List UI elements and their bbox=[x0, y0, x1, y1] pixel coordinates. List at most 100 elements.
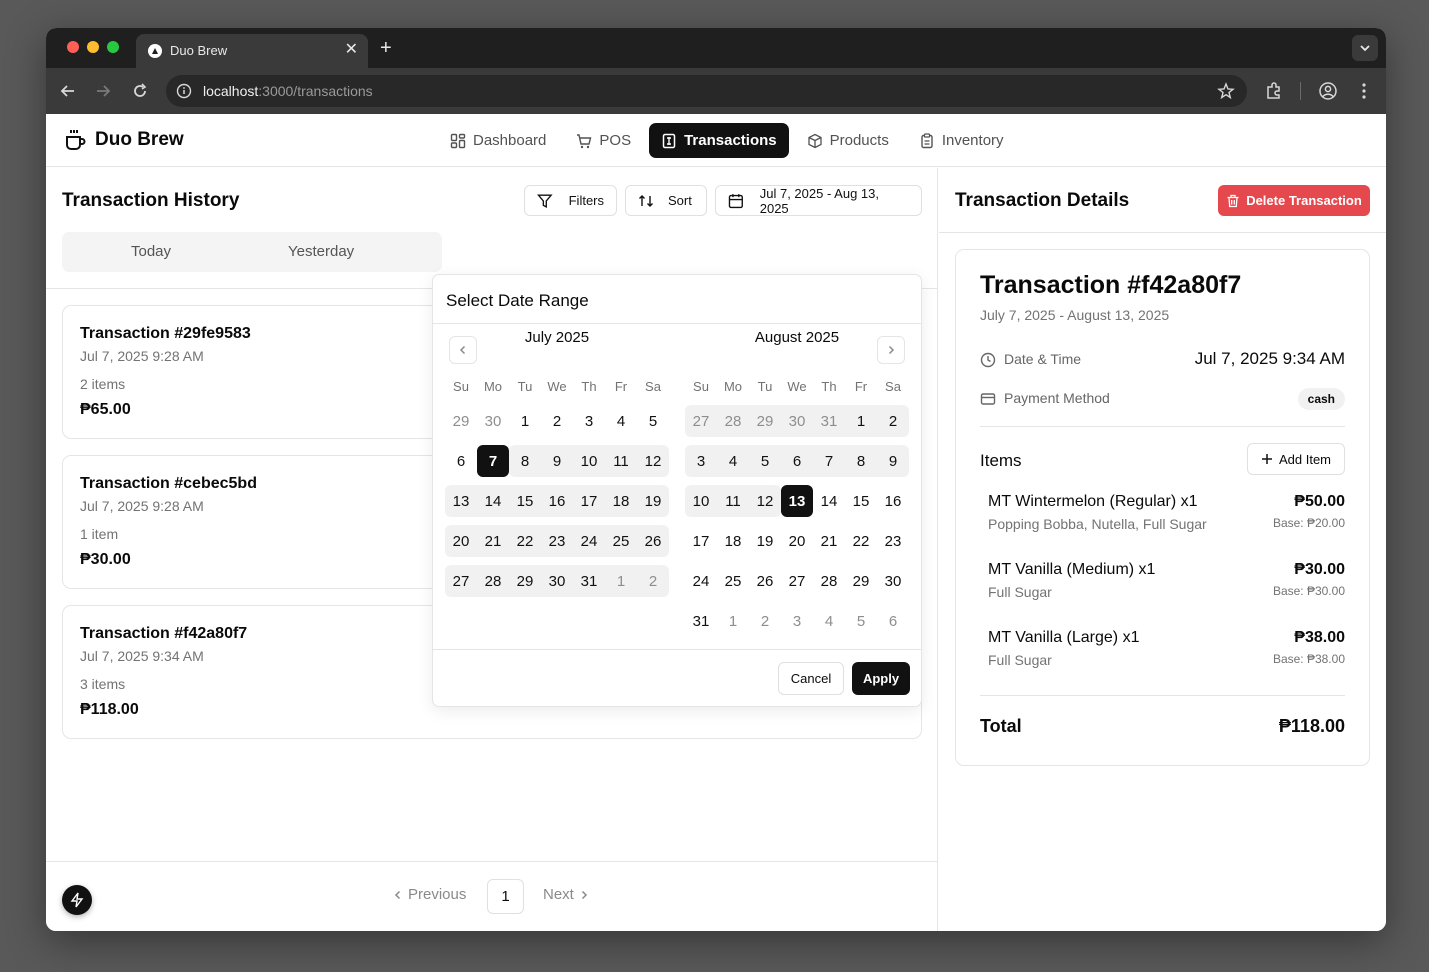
minimize-window-button[interactable] bbox=[87, 41, 99, 53]
calendar-day[interactable]: 2 bbox=[541, 405, 573, 437]
calendar-day[interactable]: 6 bbox=[781, 445, 813, 477]
tab-close-icon[interactable]: ✕ bbox=[345, 40, 358, 60]
calendar-day[interactable]: 1 bbox=[845, 405, 877, 437]
calendar-day[interactable]: 25 bbox=[605, 525, 637, 557]
reload-icon[interactable] bbox=[130, 81, 150, 101]
previous-page-button[interactable]: Previous bbox=[392, 886, 466, 903]
sort-button[interactable]: Sort bbox=[625, 185, 707, 216]
calendar-day[interactable]: 28 bbox=[813, 565, 845, 597]
new-tab-icon[interactable]: + bbox=[380, 36, 392, 60]
calendar-day[interactable]: 21 bbox=[813, 525, 845, 557]
calendar-day[interactable]: 5 bbox=[749, 445, 781, 477]
calendar-day[interactable]: 26 bbox=[637, 525, 669, 557]
calendar-day[interactable]: 23 bbox=[541, 525, 573, 557]
calendar-day[interactable]: 4 bbox=[813, 605, 845, 637]
calendar-day[interactable]: 11 bbox=[605, 445, 637, 477]
calendar-day[interactable]: 10 bbox=[685, 485, 717, 517]
brand[interactable]: Duo Brew bbox=[63, 128, 184, 152]
calendar-day[interactable]: 27 bbox=[781, 565, 813, 597]
calendar-day[interactable]: 29 bbox=[509, 565, 541, 597]
calendar-day[interactable]: 7 bbox=[813, 445, 845, 477]
site-info-icon[interactable] bbox=[176, 83, 192, 99]
calendar-day[interactable]: 11 bbox=[717, 485, 749, 517]
dev-tools-button[interactable] bbox=[62, 885, 92, 915]
date-range-button[interactable]: Jul 7, 2025 - Aug 13, 2025 bbox=[715, 185, 922, 216]
calendar-day[interactable]: 5 bbox=[637, 405, 669, 437]
calendar-day[interactable]: 30 bbox=[781, 405, 813, 437]
calendar-day[interactable]: 28 bbox=[477, 565, 509, 597]
browser-tab[interactable]: Duo Brew ✕ bbox=[136, 34, 368, 68]
cancel-button[interactable]: Cancel bbox=[778, 662, 844, 695]
calendar-day[interactable]: 1 bbox=[509, 405, 541, 437]
calendar-day[interactable]: 14 bbox=[813, 485, 845, 517]
nav-inventory[interactable]: Inventory bbox=[907, 123, 1016, 158]
calendar-day[interactable]: 24 bbox=[685, 565, 717, 597]
calendar-day[interactable]: 7 bbox=[477, 445, 509, 477]
calendar-day[interactable]: 18 bbox=[605, 485, 637, 517]
calendar-day[interactable]: 24 bbox=[573, 525, 605, 557]
calendar-day[interactable]: 19 bbox=[637, 485, 669, 517]
calendar-day[interactable]: 19 bbox=[749, 525, 781, 557]
calendar-day[interactable]: 13 bbox=[781, 485, 813, 517]
calendar-day[interactable]: 31 bbox=[685, 605, 717, 637]
calendar-day[interactable]: 1 bbox=[605, 565, 637, 597]
tab-today[interactable]: Today bbox=[131, 243, 171, 260]
profile-avatar-icon[interactable] bbox=[1318, 81, 1338, 101]
calendar-day[interactable]: 23 bbox=[877, 525, 909, 557]
line-item[interactable]: MT Vanilla (Large) x1 Full Sugar ₱38.00 … bbox=[988, 629, 1345, 673]
calendar-day[interactable]: 3 bbox=[781, 605, 813, 637]
tab-search-chevron-icon[interactable] bbox=[1352, 35, 1378, 61]
calendar-day[interactable]: 20 bbox=[781, 525, 813, 557]
calendar-day[interactable]: 16 bbox=[541, 485, 573, 517]
calendar-day[interactable]: 4 bbox=[605, 405, 637, 437]
calendar-day[interactable]: 26 bbox=[749, 565, 781, 597]
maximize-window-button[interactable] bbox=[107, 41, 119, 53]
calendar-day[interactable]: 27 bbox=[445, 565, 477, 597]
calendar-day[interactable]: 17 bbox=[685, 525, 717, 557]
calendar-day[interactable]: 8 bbox=[509, 445, 541, 477]
calendar-day[interactable]: 3 bbox=[573, 405, 605, 437]
calendar-day[interactable]: 30 bbox=[877, 565, 909, 597]
calendar-day[interactable]: 4 bbox=[717, 445, 749, 477]
calendar-day[interactable]: 12 bbox=[637, 445, 669, 477]
page-number-current[interactable]: 1 bbox=[487, 879, 524, 914]
calendar-day[interactable]: 9 bbox=[877, 445, 909, 477]
extensions-puzzle-icon[interactable] bbox=[1264, 81, 1284, 101]
calendar-day[interactable]: 25 bbox=[717, 565, 749, 597]
calendar-day[interactable]: 12 bbox=[749, 485, 781, 517]
calendar-day[interactable]: 2 bbox=[637, 565, 669, 597]
calendar-day[interactable]: 27 bbox=[685, 405, 717, 437]
calendar-day[interactable]: 6 bbox=[445, 445, 477, 477]
calendar-day[interactable]: 17 bbox=[573, 485, 605, 517]
calendar-day[interactable]: 18 bbox=[717, 525, 749, 557]
calendar-day[interactable]: 22 bbox=[509, 525, 541, 557]
next-page-button[interactable]: Next bbox=[543, 886, 590, 903]
calendar-day[interactable]: 14 bbox=[477, 485, 509, 517]
browser-menu-icon[interactable] bbox=[1354, 81, 1374, 101]
nav-dashboard[interactable]: Dashboard bbox=[438, 123, 558, 158]
calendar-day[interactable]: 8 bbox=[845, 445, 877, 477]
calendar-day[interactable]: 3 bbox=[685, 445, 717, 477]
calendar-day[interactable]: 16 bbox=[877, 485, 909, 517]
calendar-day[interactable]: 15 bbox=[509, 485, 541, 517]
calendar-day[interactable]: 10 bbox=[573, 445, 605, 477]
calendar-day[interactable]: 2 bbox=[877, 405, 909, 437]
calendar-day[interactable]: 29 bbox=[749, 405, 781, 437]
forward-arrow-icon[interactable] bbox=[93, 81, 113, 101]
apply-button[interactable]: Apply bbox=[852, 662, 910, 695]
close-window-button[interactable] bbox=[67, 41, 79, 53]
calendar-day[interactable]: 28 bbox=[717, 405, 749, 437]
line-item[interactable]: MT Vanilla (Medium) x1 Full Sugar ₱30.00… bbox=[988, 561, 1345, 605]
line-item[interactable]: MT Wintermelon (Regular) x1 Popping Bobb… bbox=[988, 493, 1345, 537]
calendar-day[interactable]: 30 bbox=[477, 405, 509, 437]
address-bar[interactable]: localhost:3000/transactions bbox=[166, 75, 1247, 107]
nav-products[interactable]: Products bbox=[795, 123, 901, 158]
calendar-day[interactable]: 29 bbox=[845, 565, 877, 597]
calendar-day[interactable]: 1 bbox=[717, 605, 749, 637]
back-arrow-icon[interactable] bbox=[58, 81, 78, 101]
calendar-day[interactable]: 15 bbox=[845, 485, 877, 517]
calendar-day[interactable]: 20 bbox=[445, 525, 477, 557]
calendar-day[interactable]: 31 bbox=[573, 565, 605, 597]
delete-transaction-button[interactable]: Delete Transaction bbox=[1218, 185, 1370, 216]
calendar-day[interactable]: 5 bbox=[845, 605, 877, 637]
